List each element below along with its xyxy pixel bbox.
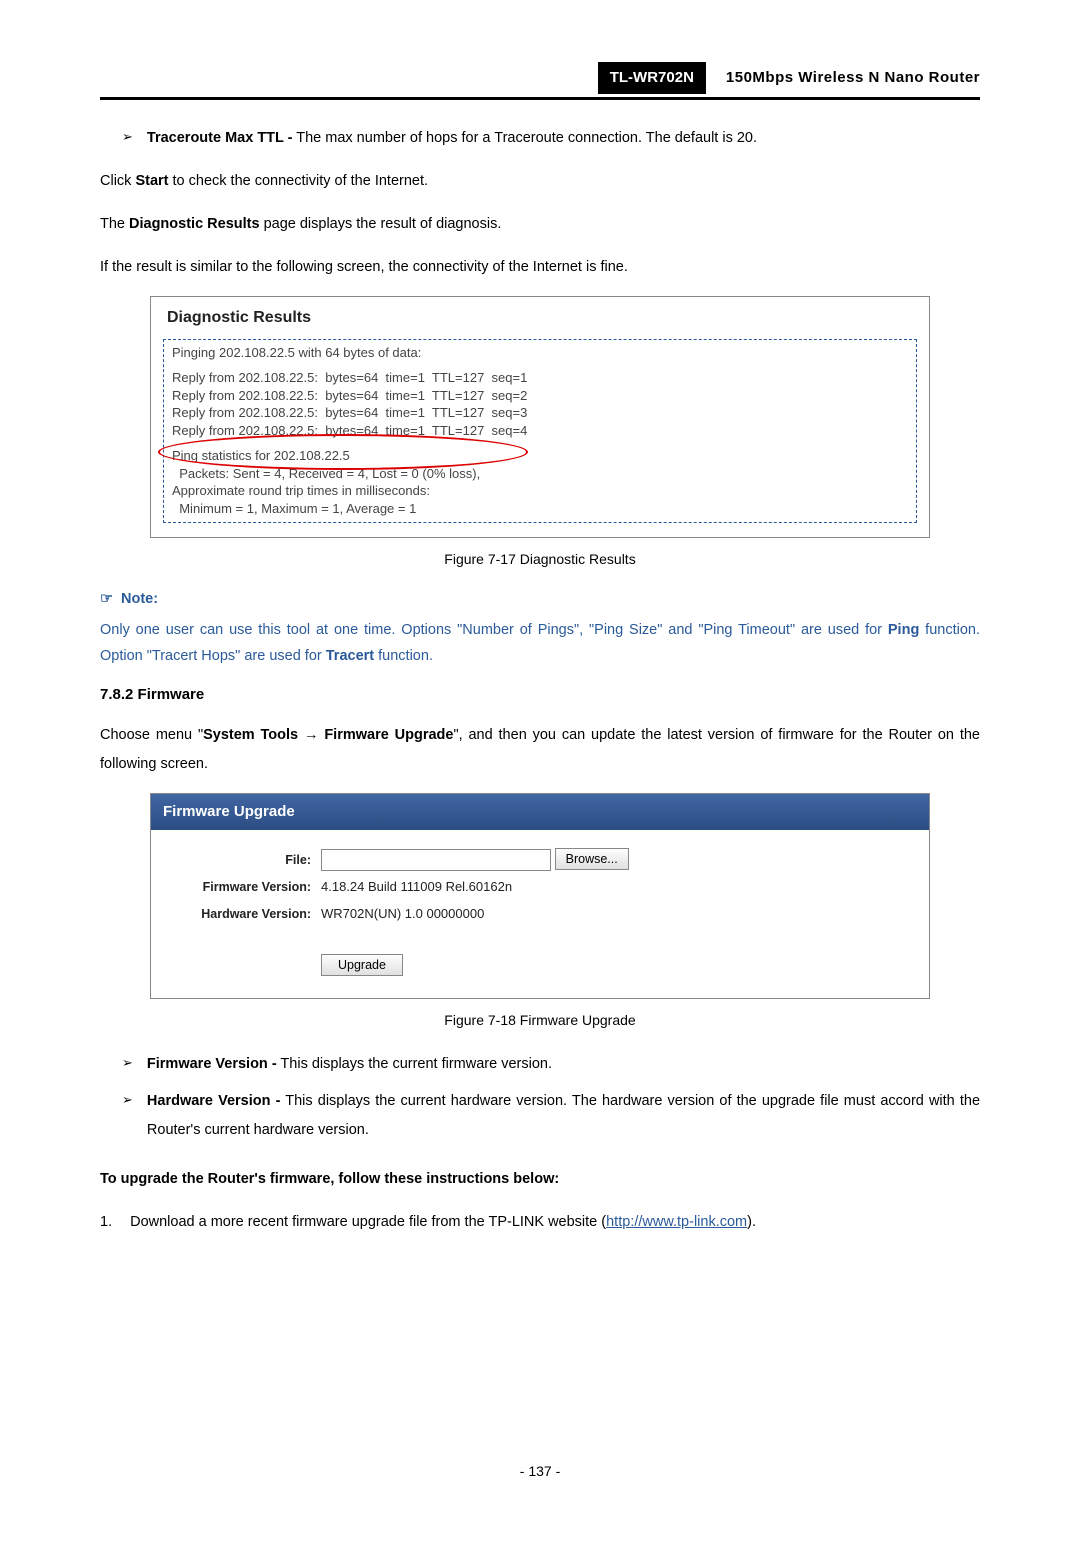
upgrade-button[interactable]: Upgrade (321, 954, 403, 976)
diag-line: Reply from 202.108.22.5: bytes=64 time=1… (172, 369, 908, 387)
browse-button[interactable]: Browse... (555, 848, 629, 870)
diag-line: Reply from 202.108.22.5: bytes=64 time=1… (172, 387, 908, 405)
hv-value: WR702N(UN) 1.0 00000000 (321, 904, 484, 925)
arrow-icon: ➢ (122, 124, 133, 153)
firmware-version-row: Firmware Version: 4.18.24 Build 111009 R… (151, 877, 929, 898)
fv-label: Firmware Version: (151, 877, 321, 897)
diag-line: Ping statistics for 202.108.22.5 (172, 447, 908, 465)
paragraph: If the result is similar to the followin… (100, 253, 980, 282)
bullet-traceroute: ➢ Traceroute Max TTL - The max number of… (100, 124, 980, 153)
note-header: ☞ Note: (100, 588, 980, 611)
file-input[interactable] (321, 849, 551, 871)
diag-line: Reply from 202.108.22.5: bytes=64 time=1… (172, 404, 908, 422)
diag-line: Reply from 202.108.22.5: bytes=64 time=1… (172, 422, 908, 440)
diag-line: Approximate round trip times in millisec… (172, 482, 908, 500)
hv-label: Hardware Version: (151, 904, 321, 924)
diagnostic-results-figure: Diagnostic Results Pinging 202.108.22.5 … (150, 296, 930, 538)
file-value: Browse... (321, 848, 629, 871)
bullet-firmware-version: ➢ Firmware Version - This displays the c… (100, 1050, 980, 1079)
step-text: Download a more recent firmware upgrade … (130, 1208, 980, 1237)
diag-line: Minimum = 1, Maximum = 1, Average = 1 (172, 500, 908, 518)
bullet-text: Firmware Version - This displays the cur… (147, 1050, 980, 1079)
diag-output: Pinging 202.108.22.5 with 64 bytes of da… (163, 339, 917, 523)
page-header: TL-WR702N 150Mbps Wireless N Nano Router (100, 62, 980, 100)
instructions-heading: To upgrade the Router's firmware, follow… (100, 1165, 980, 1194)
panel-title: Firmware Upgrade (151, 794, 929, 830)
step-number: 1. (100, 1208, 112, 1237)
numbered-step: 1. Download a more recent firmware upgra… (100, 1208, 980, 1237)
arrow-icon: ➢ (122, 1087, 133, 1145)
section-heading: 7.8.2 Firmware (100, 683, 980, 707)
bullet-text: Hardware Version - This displays the cur… (147, 1087, 980, 1145)
note-body: Only one user can use this tool at one t… (100, 617, 980, 669)
paragraph: Choose menu "System Tools → Firmware Upg… (100, 721, 980, 779)
fv-value: 4.18.24 Build 111009 Rel.60162n (321, 877, 512, 898)
page-number: - 137 - (100, 1460, 980, 1482)
paragraph: The Diagnostic Results page displays the… (100, 210, 980, 239)
model-desc: 150Mbps Wireless N Nano Router (726, 66, 980, 90)
desc: The max number of hops for a Traceroute … (292, 130, 757, 146)
diag-line: Packets: Sent = 4, Received = 4, Lost = … (172, 465, 908, 483)
note-label: Note: (121, 588, 158, 611)
diag-line: Pinging 202.108.22.5 with 64 bytes of da… (172, 344, 908, 362)
diag-title: Diagnostic Results (167, 305, 917, 331)
upgrade-row: Upgrade (151, 954, 929, 976)
hand-icon: ☞ (100, 588, 113, 611)
arrow-icon: ➢ (122, 1050, 133, 1079)
website-link[interactable]: http://www.tp-link.com (606, 1214, 747, 1230)
term: Traceroute Max TTL - (147, 130, 293, 146)
hardware-version-row: Hardware Version: WR702N(UN) 1.0 0000000… (151, 904, 929, 925)
paragraph: Click Start to check the connectivity of… (100, 167, 980, 196)
file-label: File: (151, 850, 321, 870)
bullet-hardware-version: ➢ Hardware Version - This displays the c… (100, 1087, 980, 1145)
figure-caption: Figure 7-18 Firmware Upgrade (100, 1009, 980, 1031)
model-badge: TL-WR702N (598, 62, 706, 94)
file-row: File: Browse... (151, 848, 929, 871)
figure-caption: Figure 7-17 Diagnostic Results (100, 548, 980, 570)
bullet-text: Traceroute Max TTL - The max number of h… (147, 124, 980, 153)
firmware-upgrade-figure: Firmware Upgrade File: Browse... Firmwar… (150, 793, 930, 999)
